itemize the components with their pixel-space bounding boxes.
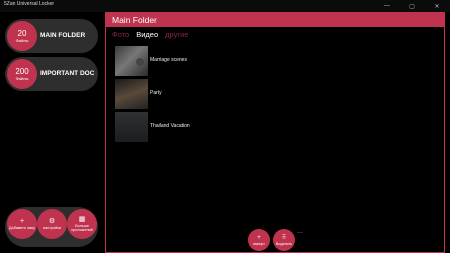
file-count-unit: Файлы [15, 76, 29, 81]
folder-panel: Main Folder Фото Видео другие Marriage s… [105, 12, 445, 253]
more-apps-button[interactable]: ▦ Больше приложений [67, 209, 97, 239]
grid-icon: ⠿ [281, 234, 287, 241]
plus-icon: + [257, 234, 261, 241]
close-button[interactable]: ✕ [428, 0, 446, 12]
item-label: Party [150, 90, 162, 96]
folder-card-important[interactable]: 200 Файлы IMPORTANT DOC [5, 57, 98, 91]
title-bar: 5Zan Universal Locker — ▢ ✕ [0, 0, 450, 12]
item-label: Marriage scenes [150, 57, 187, 63]
folder-name: IMPORTANT DOC [40, 70, 95, 77]
page-title: Main Folder [112, 15, 157, 25]
folder-card-main[interactable]: 20 Файлы MAIN FOLDER [5, 19, 98, 53]
video-thumbnail [115, 112, 148, 142]
folder-name: MAIN FOLDER [40, 32, 86, 39]
tab-other[interactable]: другие [165, 30, 188, 39]
settings-label: настройки [43, 225, 61, 230]
play-icon [136, 58, 144, 66]
apps-icon: ▦ [78, 215, 86, 223]
import-button[interactable]: + импорт [248, 229, 270, 251]
more-options-button[interactable]: ··· [297, 230, 303, 236]
add-folder-button[interactable]: + Добавить папу [7, 209, 37, 239]
gear-icon: ⚙ [48, 217, 56, 225]
list-item[interactable]: Thailand Vacation [115, 112, 415, 142]
window-title: 5Zan Universal Locker [4, 1, 55, 7]
file-count-unit: Файлы [15, 38, 29, 43]
video-thumbnail [115, 79, 148, 109]
sidebar-action-bar: + Добавить папу ⚙ настройки ▦ Больше при… [5, 207, 98, 247]
file-count: 200 [15, 67, 29, 76]
item-label: Thailand Vacation [150, 123, 190, 129]
tab-bar: Фото Видео другие [112, 30, 188, 39]
select-label: Выделить [275, 241, 293, 246]
import-label: импорт [253, 241, 265, 246]
maximize-button[interactable]: ▢ [403, 0, 421, 12]
settings-button[interactable]: ⚙ настройки [37, 209, 67, 239]
video-thumbnail [115, 46, 148, 76]
add-folder-label: Добавить папу [9, 225, 35, 230]
select-button[interactable]: ⠿ Выделить [273, 229, 295, 251]
list-item[interactable]: Marriage scenes [115, 46, 415, 76]
list-item[interactable]: Party [115, 79, 415, 109]
tab-photo[interactable]: Фото [112, 30, 129, 39]
file-count-badge: 200 Файлы [7, 59, 37, 89]
plus-icon: + [19, 217, 25, 225]
tab-video[interactable]: Видео [136, 30, 158, 39]
panel-header: Main Folder [106, 13, 444, 27]
minimize-button[interactable]: — [378, 0, 396, 12]
file-count: 20 [17, 29, 27, 38]
file-count-badge: 20 Файлы [7, 21, 37, 51]
more-apps-label: Больше приложений [71, 223, 93, 233]
